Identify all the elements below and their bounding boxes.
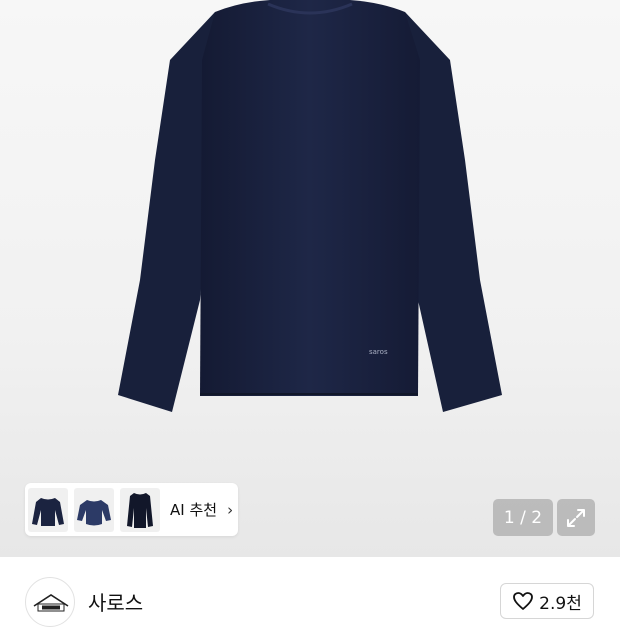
product-image: saros (118, 0, 502, 412)
heart-icon (513, 592, 534, 610)
expand-icon (567, 508, 585, 527)
garment-label: saros (369, 348, 388, 356)
ai-recommend-card[interactable]: AI 추천 › (25, 483, 238, 536)
recommend-thumb-2[interactable] (74, 487, 114, 532)
image-pager: 1 / 2 (493, 499, 553, 536)
ai-recommend-label: AI 추천 (170, 501, 218, 519)
recommend-thumb-1[interactable] (28, 487, 68, 532)
like-button[interactable]: 2.9천 (500, 583, 594, 619)
chevron-right-icon: › (227, 500, 234, 519)
expand-button[interactable] (557, 499, 595, 536)
store-row: 사로스 2.9천 (0, 557, 620, 627)
product-image-area[interactable]: saros AI 추천 › 1 / 2 (0, 0, 620, 557)
like-count: 2.9천 (539, 593, 582, 614)
recommend-thumb-3[interactable] (120, 487, 160, 532)
store-name[interactable]: 사로스 (88, 587, 143, 616)
